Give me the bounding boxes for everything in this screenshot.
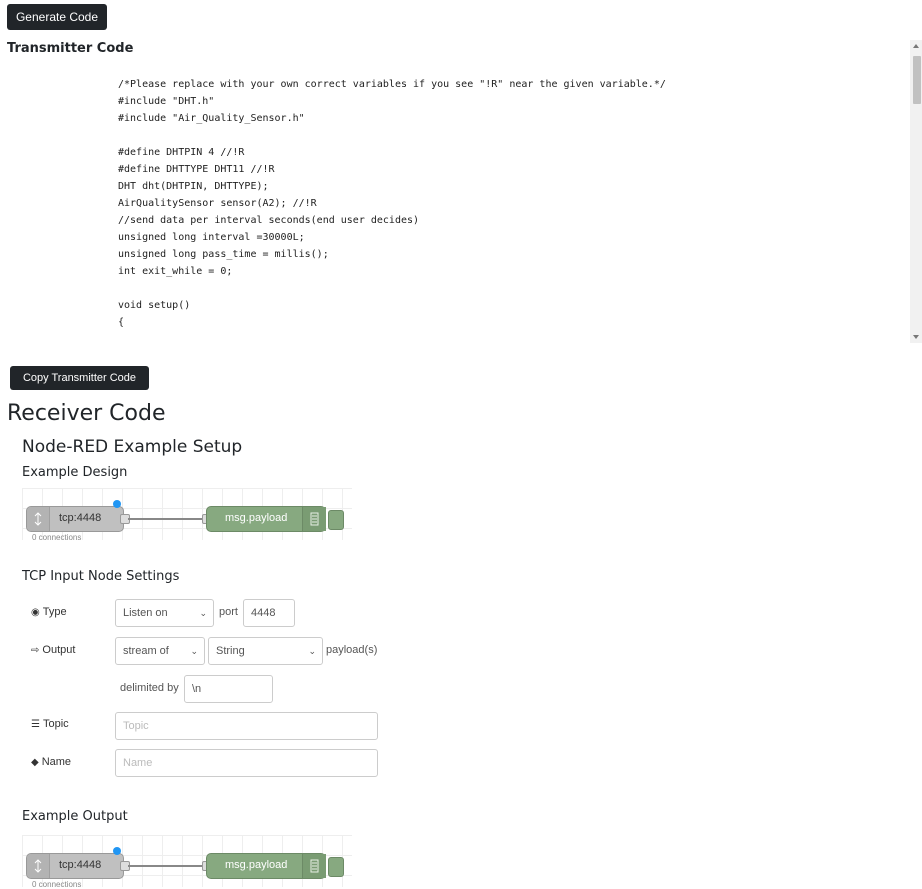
code-line: #define DHTTYPE DHT11 //!R (118, 164, 275, 175)
tcp-node-icon (27, 507, 50, 531)
delimiter-value: \n (192, 683, 202, 695)
example-design-title: Example Design (22, 465, 128, 480)
tcp-input-node[interactable]: tcp:4448 (26, 506, 124, 532)
tcp-settings-title: TCP Input Node Settings (22, 569, 180, 584)
code-line: #define DHTPIN 4 //!R (118, 147, 245, 158)
debug-node[interactable]: msg.payload (206, 853, 326, 879)
code-line: unsigned long interval =30000L; (118, 232, 305, 243)
scroll-down-icon[interactable] (913, 335, 919, 339)
type-select-value: Listen on (123, 607, 168, 619)
topic-input[interactable]: Topic (115, 712, 378, 740)
target-icon: ◉ (31, 607, 40, 618)
generate-code-button[interactable]: Generate Code (7, 4, 107, 30)
name-label-wrap: ◆ Name (31, 756, 71, 768)
delimiter-input[interactable]: \n (184, 675, 273, 703)
output-mode-value: stream of (123, 645, 169, 657)
code-line: DHT dht(DHTPIN, DHTTYPE); (118, 181, 269, 192)
example-output-flow: tcp:4448 msg.payload 0 connections (22, 835, 352, 889)
selected-dot (113, 500, 121, 508)
payloads-label: payload(s) (326, 644, 378, 656)
chevron-down-icon: ⌄ (308, 646, 316, 656)
tcp-input-node[interactable]: tcp:4448 (26, 853, 124, 879)
name-input[interactable]: Name (115, 749, 378, 777)
code-block: /*Please replace with your own correct v… (118, 76, 666, 331)
debug-node-label: msg.payload (225, 859, 288, 871)
port-value: 4448 (251, 607, 276, 619)
chevron-down-icon: ⌄ (199, 608, 207, 618)
name-label: Name (41, 756, 72, 768)
tasks-icon: ☰ (31, 719, 40, 730)
type-label-wrap: ◉ Type (31, 606, 67, 618)
topic-label: Topic (42, 718, 69, 730)
code-line: #include "DHT.h" (118, 96, 215, 107)
tag-icon: ◆ (31, 757, 39, 768)
code-line: //send data per interval seconds(end use… (118, 215, 420, 226)
code-line: int exit_while = 0; (118, 266, 233, 277)
debug-list-icon (302, 854, 326, 878)
flow-wire (128, 865, 206, 867)
debug-toggle-button[interactable] (328, 857, 344, 877)
code-line: unsigned long pass_time = millis(); (118, 249, 329, 260)
code-line: { (118, 317, 125, 328)
transmitter-code-area[interactable]: /*Please replace with your own correct v… (0, 40, 922, 345)
output-label-wrap: ⇨ Output (31, 644, 75, 656)
output-label: Output (42, 644, 76, 656)
example-design-flow: tcp:4448 msg.payload 0 connections (22, 488, 352, 542)
debug-list-icon (302, 507, 326, 531)
output-type-value: String (216, 645, 245, 657)
tcp-node-label: tcp:4448 (59, 859, 102, 871)
name-placeholder: Name (123, 757, 153, 769)
tcp-node-label: tcp:4448 (59, 512, 102, 524)
topic-placeholder: Topic (123, 720, 149, 732)
example-output-title: Example Output (22, 809, 128, 824)
code-line: #include "Air_Quality_Sensor.h" (118, 113, 305, 124)
topic-label-wrap: ☰ Topic (31, 718, 69, 730)
debug-toggle-button[interactable] (328, 510, 344, 530)
code-scrollbar[interactable] (910, 40, 922, 343)
flow-wire (128, 518, 206, 520)
receiver-code-title: Receiver Code (7, 401, 166, 426)
port-label: port (219, 606, 238, 618)
copy-transmitter-code-button[interactable]: Copy Transmitter Code (10, 366, 149, 390)
node-red-setup-title: Node-RED Example Setup (22, 437, 243, 457)
chevron-down-icon: ⌄ (190, 646, 198, 656)
code-line: /*Please replace with your own correct v… (118, 79, 666, 90)
output-mode-select[interactable]: stream of ⌄ (115, 637, 205, 665)
scroll-up-icon[interactable] (913, 44, 919, 48)
code-line: AirQualitySensor sensor(A2); //!R (118, 198, 317, 209)
output-type-select[interactable]: String ⌄ (208, 637, 323, 665)
scroll-thumb[interactable] (913, 56, 921, 104)
code-line: void setup() (118, 300, 191, 311)
sign-out-icon: ⇨ (31, 645, 40, 656)
connections-label: 0 connections (32, 533, 82, 542)
debug-node[interactable]: msg.payload (206, 506, 326, 532)
debug-node-label: msg.payload (225, 512, 288, 524)
selected-dot (113, 847, 121, 855)
port-input[interactable]: 4448 (243, 599, 295, 627)
tcp-node-icon (27, 854, 50, 878)
delimited-by-label: delimited by (120, 682, 179, 694)
type-label: Type (42, 606, 67, 618)
type-select[interactable]: Listen on ⌄ (115, 599, 214, 627)
